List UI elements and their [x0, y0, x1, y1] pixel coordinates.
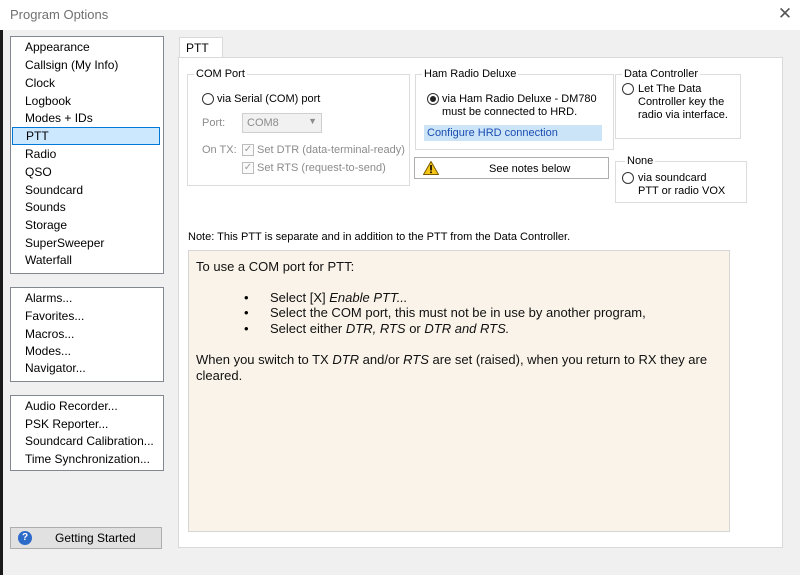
port-select-value: COM8: [247, 117, 279, 129]
help-icon: ?: [18, 531, 32, 545]
nav-item-ptt[interactable]: PTT: [12, 127, 160, 145]
nav-item-macros[interactable]: Macros...: [25, 326, 74, 343]
data-controller-title: Data Controller: [622, 68, 700, 80]
notes-bullet-2: Select the COM port, this must not be in…: [270, 305, 646, 320]
nav-item-modes[interactable]: Modes...: [25, 343, 71, 360]
window-right-edge: [790, 30, 800, 575]
tools-list: Audio Recorder... PSK Reporter... Soundc…: [10, 395, 164, 471]
close-icon[interactable]: ✕: [775, 4, 795, 24]
title-bar: [0, 0, 800, 30]
nav-item-navigator[interactable]: Navigator...: [25, 360, 86, 377]
getting-started-label: Getting Started: [55, 531, 136, 545]
configure-hrd-label: Configure HRD connection: [427, 127, 558, 139]
nav-item-appearance[interactable]: Appearance: [25, 39, 90, 56]
nav-item-soundcard[interactable]: Soundcard: [25, 182, 83, 199]
nav-item-radio[interactable]: Radio: [25, 146, 56, 163]
nav-item-callsign[interactable]: Callsign (My Info): [25, 57, 118, 74]
bullet-marker: •: [244, 321, 249, 336]
nav-item-favorites[interactable]: Favorites...: [25, 308, 84, 325]
rts-label: Set RTS (request-to-send): [257, 162, 386, 174]
on-tx-label: On TX:: [202, 144, 237, 156]
dtr-label: Set DTR (data-terminal-ready): [257, 144, 405, 156]
none-radio[interactable]: [622, 172, 634, 184]
data-controller-line1: Let The Data: [638, 83, 702, 95]
window-edge: [0, 30, 3, 575]
serial-radio-label: via Serial (COM) port: [217, 93, 321, 105]
see-notes-button[interactable]: See notes below: [414, 157, 609, 179]
data-controller-radio[interactable]: [622, 83, 634, 95]
nav-item-sounds[interactable]: Sounds: [25, 199, 66, 216]
ptt-note: Note: This PTT is separate and in additi…: [188, 231, 571, 243]
nav-item-audio-recorder[interactable]: Audio Recorder...: [25, 398, 118, 415]
nav-item-clock[interactable]: Clock: [25, 75, 55, 92]
hrd-title: Ham Radio Deluxe: [422, 68, 519, 80]
nav-item-soundcard-calibration[interactable]: Soundcard Calibration...: [25, 433, 154, 450]
nav-item-alarms[interactable]: Alarms...: [25, 290, 72, 307]
nav-item-psk-reporter[interactable]: PSK Reporter...: [25, 416, 108, 433]
notes-bullet-1: Select [X] Enable PTT...: [270, 290, 408, 305]
nav-item-modes-ids[interactable]: Modes + IDs: [25, 110, 93, 127]
warning-icon: [423, 161, 439, 175]
configure-hrd-link[interactable]: Configure HRD connection: [424, 125, 602, 141]
nav-item-waterfall[interactable]: Waterfall: [25, 252, 72, 269]
chevron-down-icon: ▼: [308, 116, 317, 126]
tab-ptt[interactable]: PTT: [179, 37, 223, 59]
notes-paragraph-line1: When you switch to TX DTR and/or RTS are…: [196, 352, 708, 367]
nav-item-storage[interactable]: Storage: [25, 217, 67, 234]
port-select[interactable]: COM8 ▼: [242, 113, 322, 133]
nav-item-time-sync[interactable]: Time Synchronization...: [25, 451, 150, 468]
none-line1: via soundcard: [638, 172, 707, 184]
port-label: Port:: [202, 117, 226, 129]
window-title: Program Options: [10, 7, 109, 22]
com-port-title: COM Port: [194, 68, 247, 80]
options-nav-list: Appearance Callsign (My Info) Clock Logb…: [10, 36, 164, 274]
data-controller-line2: Controller key the: [638, 96, 725, 108]
none-line2: PTT or radio VOX: [638, 185, 726, 197]
dtr-checkbox[interactable]: ✓: [242, 144, 254, 156]
notes-intro: To use a COM port for PTT:: [196, 259, 355, 274]
dialogs-list: Alarms... Favorites... Macros... Modes..…: [10, 287, 164, 382]
tab-ptt-label: PTT: [186, 41, 209, 55]
nav-item-qso[interactable]: QSO: [25, 164, 52, 181]
rts-checkbox[interactable]: ✓: [242, 162, 254, 174]
bullet-marker: •: [244, 290, 249, 305]
notes-panel: To use a COM port for PTT: • Select [X] …: [188, 250, 730, 532]
notes-paragraph-line2: cleared.: [196, 368, 243, 383]
hrd-radio[interactable]: [427, 93, 439, 105]
bullet-marker: •: [244, 305, 249, 320]
hrd-option-line1: via Ham Radio Deluxe - DM780: [442, 93, 597, 105]
see-notes-label: See notes below: [489, 163, 571, 175]
hrd-option-line2: must be connected to HRD.: [442, 106, 578, 118]
none-title: None: [625, 155, 656, 167]
nav-item-logbook[interactable]: Logbook: [25, 93, 71, 110]
notes-bullet-3: Select either DTR, RTS or DTR and RTS.: [270, 321, 510, 336]
getting-started-button[interactable]: ? Getting Started: [10, 527, 162, 549]
serial-radio[interactable]: [202, 93, 214, 105]
data-controller-line3: radio via interface.: [638, 109, 728, 121]
nav-item-supersweeper[interactable]: SuperSweeper: [25, 235, 104, 252]
